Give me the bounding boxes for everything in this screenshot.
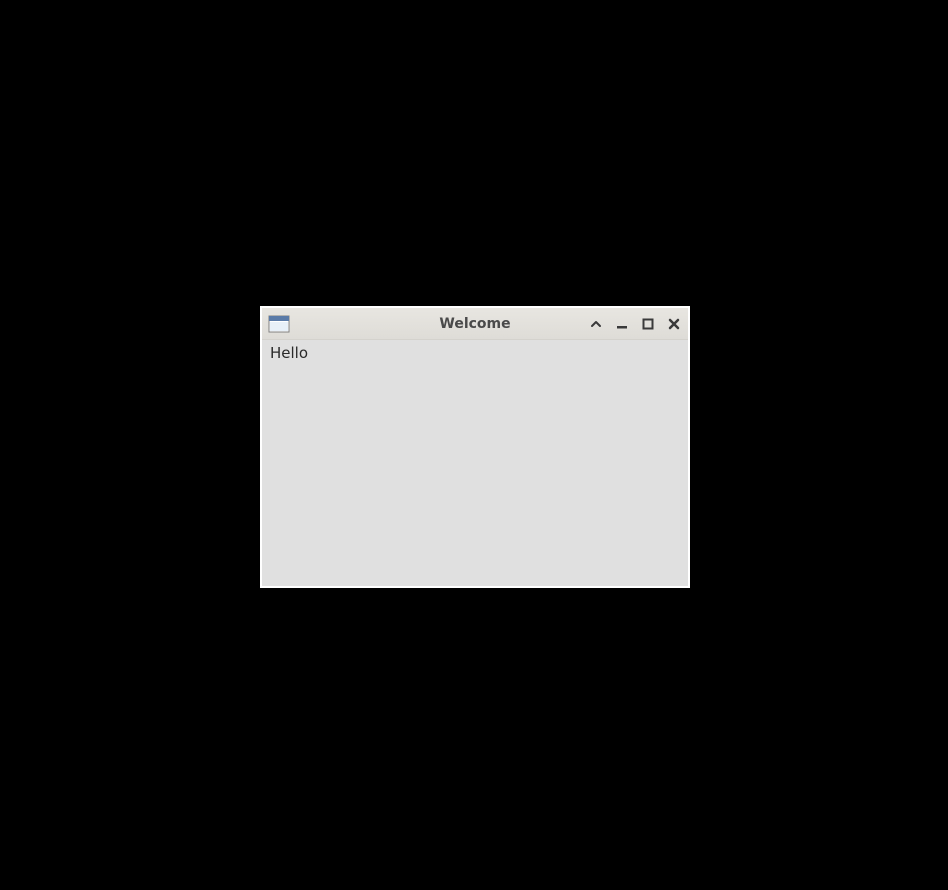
close-button[interactable] (666, 316, 682, 332)
window-titlebar[interactable]: Welcome (262, 308, 688, 340)
rollup-button[interactable] (588, 316, 604, 332)
window-app-icon (268, 315, 290, 333)
window-content-area: Hello (262, 340, 688, 586)
maximize-button[interactable] (640, 316, 656, 332)
window-controls (588, 316, 682, 332)
app-window: Welcome (261, 307, 689, 587)
minimize-button[interactable] (614, 316, 630, 332)
greeting-text: Hello (270, 344, 680, 362)
